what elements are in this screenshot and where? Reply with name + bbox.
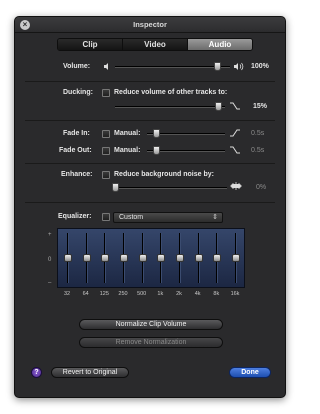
eq-band-frequency-label: 16k: [230, 291, 240, 297]
eq-band-frequency-label: 32: [63, 291, 71, 297]
fade-out-manual-label: Manual:: [114, 147, 141, 154]
eq-band-frequency-label: 64: [82, 291, 89, 297]
noise-reduction-slider-knob[interactable]: [112, 183, 119, 192]
fade-out-value: 0.5s: [251, 147, 265, 154]
eq-band-frequency-label: 125: [99, 291, 109, 297]
ducking-checkbox-label: Reduce volume of other tracks to:: [114, 89, 228, 96]
enhance-label: Enhance:: [61, 171, 93, 178]
window-title: Inspector: [133, 20, 167, 29]
eq-band-frequency-label: 2k: [176, 291, 182, 297]
fade-out-slider-knob[interactable]: [153, 146, 161, 155]
ducking-value: 15%: [253, 103, 268, 110]
eq-band-knob[interactable]: [82, 254, 91, 262]
divider: [25, 120, 275, 121]
eq-band-knob[interactable]: [213, 254, 222, 262]
eq-band-frequency-label: 1k: [157, 291, 164, 297]
help-button[interactable]: ?: [31, 367, 42, 378]
eq-band-frequency-label: 250: [118, 291, 128, 297]
tab-audio[interactable]: Audio: [188, 39, 252, 50]
ducking-label: Ducking:: [63, 89, 93, 96]
eq-scale-zero: 0: [48, 257, 52, 263]
eq-band-knob[interactable]: [157, 254, 166, 262]
fade-in-manual-label: Manual:: [114, 130, 141, 137]
eq-band-knob[interactable]: [194, 254, 203, 262]
noise-icon: [230, 182, 242, 190]
eq-band-knob[interactable]: [138, 254, 147, 262]
equalizer-preset-value: Custom: [119, 214, 144, 221]
speaker-high-icon: [234, 62, 244, 71]
ducking-slider-knob[interactable]: [215, 102, 223, 111]
noise-reduction-slider[interactable]: [115, 187, 227, 189]
done-button[interactable]: Done: [229, 367, 271, 378]
remove-normalization-button[interactable]: Remove Normalization: [79, 337, 223, 348]
equalizer-graph: [57, 228, 245, 288]
equalizer-label: Equalizer:: [58, 213, 92, 220]
enhance-checkbox-label: Reduce background noise by:: [114, 171, 214, 178]
eq-band-knob[interactable]: [176, 254, 184, 262]
divider: [25, 202, 275, 203]
fade-in-manual-checkbox[interactable]: [102, 130, 110, 138]
tab-video[interactable]: Video: [123, 39, 188, 50]
divider: [25, 81, 275, 82]
normalize-clip-volume-button[interactable]: Normalize Clip Volume: [79, 319, 223, 330]
equalizer-preset-select[interactable]: Custom ⇕: [113, 212, 223, 223]
inspector-window: × Inspector Clip Video Audio Volume: 100…: [14, 16, 286, 398]
eq-band-frequency-label: 500: [137, 291, 147, 297]
fade-in-curve-icon: [230, 129, 240, 137]
speaker-low-icon: [104, 63, 108, 70]
revert-to-original-button[interactable]: Revert to Original: [51, 367, 129, 378]
ducking-curve-icon: [230, 102, 240, 110]
ducking-checkbox[interactable]: [102, 89, 110, 97]
title-bar[interactable]: × Inspector: [15, 17, 285, 33]
eq-band-frequency-label: 4k: [194, 291, 201, 297]
eq-scale-plus: +: [48, 232, 52, 238]
volume-slider[interactable]: [115, 66, 230, 68]
inspector-tabs: Clip Video Audio: [57, 38, 253, 51]
eq-band-frequency-label: 8k: [213, 291, 220, 297]
eq-band-knob[interactable]: [101, 254, 110, 262]
fade-out-manual-checkbox[interactable]: [102, 147, 110, 155]
divider: [25, 163, 275, 164]
enhance-checkbox[interactable]: [102, 171, 110, 179]
ducking-slider[interactable]: [115, 106, 225, 108]
fade-out-label: Fade Out:: [59, 147, 92, 154]
equalizer-checkbox[interactable]: [102, 213, 110, 221]
noise-reduction-value: 0%: [256, 184, 267, 191]
tab-clip[interactable]: Clip: [58, 39, 123, 50]
fade-in-label: Fade In:: [63, 130, 90, 137]
volume-label: Volume:: [63, 63, 91, 70]
fade-in-slider-knob[interactable]: [153, 129, 161, 138]
fade-in-value: 0.5s: [251, 130, 265, 137]
volume-value: 100%: [251, 63, 269, 70]
select-arrows-icon: ⇕: [212, 214, 218, 221]
fade-out-curve-icon: [230, 146, 240, 154]
eq-band-knob[interactable]: [64, 254, 72, 262]
eq-band-knob[interactable]: [120, 254, 128, 262]
eq-scale-minus: –: [48, 280, 52, 286]
eq-band-knob[interactable]: [232, 254, 240, 262]
volume-slider-knob[interactable]: [214, 62, 222, 71]
